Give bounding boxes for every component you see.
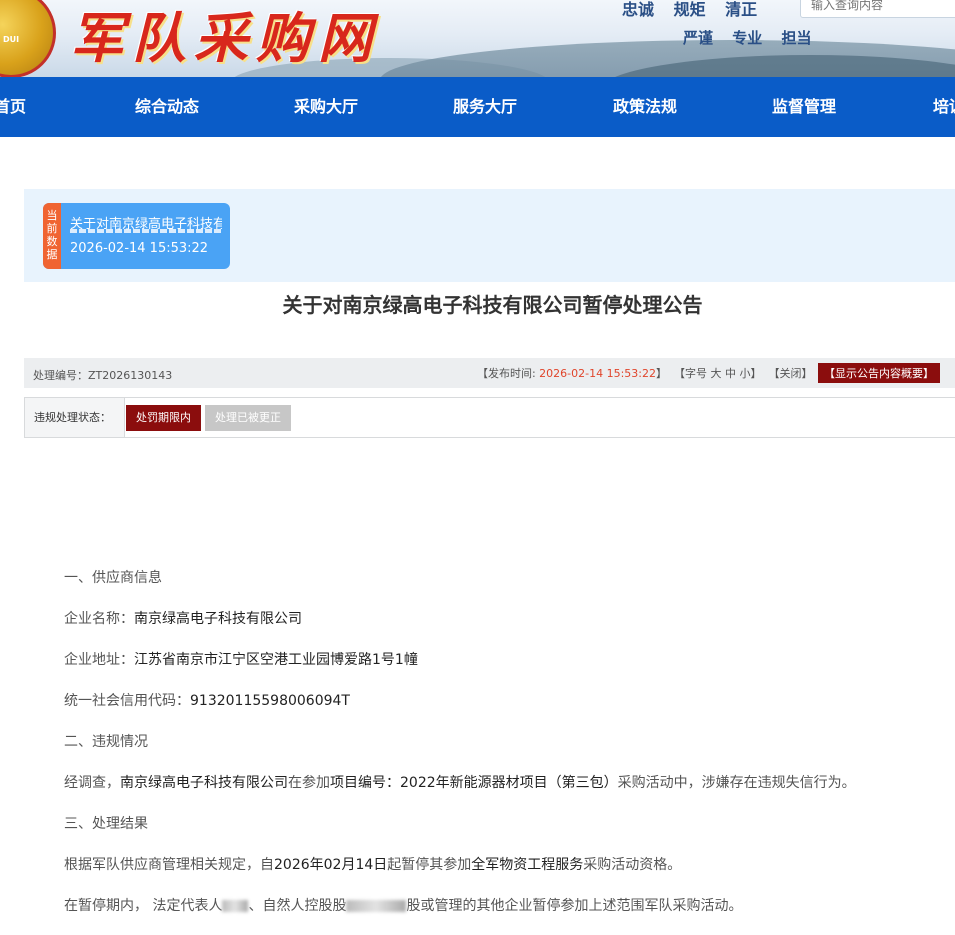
company-name-value: 南京绿高电子科技有限公司 xyxy=(134,611,302,627)
section-heading: 三、处理结果 xyxy=(64,816,148,832)
notice-tools: 【发布时间: 2026-02-14 15:53:22】 【字号 大 中 小】 【… xyxy=(477,363,940,383)
show-summary-button[interactable]: 【显示公告内容概要】 xyxy=(818,363,940,383)
font-small-button[interactable]: 小 xyxy=(740,367,751,380)
motto-line-2: 严谨 专业 担当 xyxy=(683,29,812,47)
company-address-line: 企业地址：江苏省南京市江宁区空港工业园博爱路1号1幢 xyxy=(64,648,944,689)
nav-item-policy[interactable]: 政策法规 xyxy=(613,77,677,137)
nav-item-news[interactable]: 综合动态 xyxy=(135,77,199,137)
company-address-value: 江苏省南京市江宁区空港工业园博爱路1号1幢 xyxy=(134,652,418,668)
notice-id-value: ZT2026130143 xyxy=(88,369,173,382)
credit-code-label: 统一社会信用代码： xyxy=(64,693,190,709)
publish-time-suffix: 】 xyxy=(656,367,667,380)
status-inactive-button[interactable]: 处理已被更正 xyxy=(205,405,291,431)
period-text-b: 、自然人控股股 xyxy=(248,898,347,914)
period-text-c: 股或管理的其他企业暂停参加上述范围军队采购活动。 xyxy=(406,898,743,914)
violation-prefix: 经调查， xyxy=(64,775,120,791)
result-date: 2026年02月14日 xyxy=(274,857,388,873)
close-button[interactable]: 【关闭】 xyxy=(769,367,813,380)
violation-status-row: 违规处理状态： 处罚期限内 处理已被更正 xyxy=(24,397,955,438)
violation-status-label: 违规处理状态： xyxy=(25,398,125,437)
site-logo[interactable]: 军队采购网 xyxy=(70,0,380,73)
publish-time-prefix: 【发布时间: xyxy=(476,367,540,380)
result-prefix: 根据军队供应商管理相关规定，自 xyxy=(64,857,274,873)
notice-id-label: 处理编号： xyxy=(33,369,88,382)
result-scope: 全军物资工程服务 xyxy=(471,857,584,873)
period-line: 在暂停期内， 法定代表人 、自然人控股股 股或管理的其他企业暂停参加上述范围军队采购… xyxy=(64,894,944,935)
violation-project: 项目编号：2022年新能源器材项目（第三包） xyxy=(330,775,618,791)
current-data-card[interactable]: 当前数据 关于对南京绿高电子科技有限公司暂停处理公告 2026-02-14 15… xyxy=(43,203,230,269)
credit-code-line: 统一社会信用代码：91320115598006094T xyxy=(64,689,944,730)
violation-line: 经调查，南京绿高电子科技有限公司在参加项目编号：2022年新能源器材项目（第三包… xyxy=(64,771,944,812)
font-large-button[interactable]: 大 xyxy=(711,367,722,380)
current-data-tag: 当前数据 xyxy=(43,203,61,269)
section-heading: 一、供应商信息 xyxy=(64,570,162,586)
page-title: 关于对南京绿高电子科技有限公司暂停处理公告 xyxy=(282,293,703,317)
nav-item-procurement-hall[interactable]: 采购大厅 xyxy=(294,77,358,137)
violation-company: 南京绿高电子科技有限公司 xyxy=(120,775,288,791)
notice-body: 一、供应商信息 企业名称：南京绿高电子科技有限公司 企业地址：江苏省南京市江宁区… xyxy=(64,566,944,935)
section-heading: 二、违规情况 xyxy=(64,734,148,750)
nav-item-service-hall[interactable]: 服务大厅 xyxy=(453,77,517,137)
status-active-button[interactable]: 处罚期限内 xyxy=(126,405,201,431)
nav-item-home[interactable]: 首页 xyxy=(0,77,26,137)
notice-info-bar: 处理编号：ZT2026130143 【发布时间: 2026-02-14 15:5… xyxy=(24,358,955,388)
current-data-time: 2026-02-14 15:53:22 xyxy=(70,241,209,256)
period-text-a: 在暂停期内， 法定代表人 xyxy=(64,898,223,914)
header-banner: DUI 军队采购网 忠诚 规矩 清正 严谨 专业 担当 xyxy=(0,0,955,77)
notice-id: 处理编号：ZT2026130143 xyxy=(33,367,172,383)
violation-suffix: 采购活动中，涉嫌存在违规失信行为。 xyxy=(617,775,856,791)
redacted-name xyxy=(346,900,407,912)
font-size-suffix: 】 xyxy=(750,367,762,380)
army-emblem-icon: DUI xyxy=(0,0,56,77)
result-suffix: 采购活动资格。 xyxy=(583,857,682,873)
company-address-label: 企业地址： xyxy=(64,652,134,668)
redacted-name xyxy=(222,900,249,912)
main-nav: 首页 综合动态 采购大厅 服务大厅 政策法规 监督管理 培训 xyxy=(0,77,955,137)
nav-item-supervision[interactable]: 监督管理 xyxy=(772,77,836,137)
publish-time: 2026-02-14 15:53:22 xyxy=(539,367,656,380)
nav-item-training[interactable]: 培训 xyxy=(933,77,955,137)
current-data-title-overflow xyxy=(70,229,222,233)
credit-code-value: 91320115598006094T xyxy=(190,693,350,709)
company-name-line: 企业名称：南京绿高电子科技有限公司 xyxy=(64,607,944,648)
font-medium-button[interactable]: 中 xyxy=(725,367,736,380)
company-name-label: 企业名称： xyxy=(64,611,134,627)
font-size-label: 【字号 xyxy=(674,367,707,380)
motto-line-1: 忠诚 规矩 清正 xyxy=(622,0,758,19)
search-input[interactable] xyxy=(800,0,955,18)
violation-mid: 在参加 xyxy=(288,775,330,791)
result-line: 根据军队供应商管理相关规定，自2026年02月14日起暂停其参加全军物资工程服务… xyxy=(64,853,944,894)
result-mid: 起暂停其参加 xyxy=(387,857,472,873)
